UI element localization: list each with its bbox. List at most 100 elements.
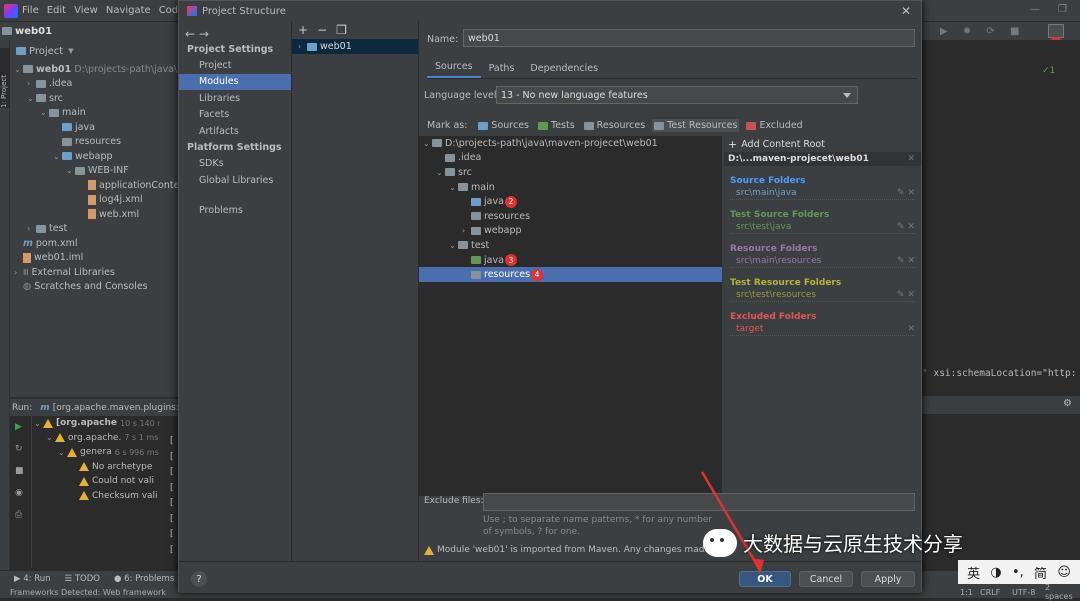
- project-tree-item[interactable]: web01.iml: [10, 251, 180, 266]
- nav-item-global-libraries[interactable]: Global Libraries: [179, 172, 291, 189]
- project-panel-title[interactable]: Project: [29, 46, 63, 57]
- chevron-down-icon[interactable]: ▼: [68, 47, 73, 55]
- status-encoding[interactable]: UTF-8: [1012, 588, 1035, 597]
- ime-button[interactable]: ◑: [990, 565, 1001, 580]
- folder-path[interactable]: target ✕: [730, 323, 915, 336]
- nav-item-project[interactable]: Project: [179, 57, 291, 74]
- menu-navigate[interactable]: Navigate: [106, 5, 151, 16]
- chevron-down-icon[interactable]: ⌄: [58, 448, 67, 457]
- tool-project-tab[interactable]: 1: Project: [0, 48, 10, 108]
- source-tree-item[interactable]: ⌄ src: [419, 165, 722, 180]
- folder-path[interactable]: src\test\java ✎ ✕: [730, 221, 915, 234]
- minimize-icon[interactable]: —: [1030, 4, 1040, 15]
- todo-tool-tab[interactable]: ☰ TODO: [65, 574, 100, 584]
- project-tree-item[interactable]: ⌄ main: [10, 106, 180, 121]
- run-tree-item[interactable]: ⌄ [org.apache 10 s 140 ms: [34, 416, 169, 431]
- mark-as-tests-button[interactable]: Tests: [536, 119, 577, 132]
- chevron-down-icon[interactable]: ⌄: [34, 419, 43, 428]
- project-tree-item[interactable]: ◍ Scratches and Consoles: [10, 280, 180, 295]
- toolbar-run-icons[interactable]: ▶ ✹ ⟳ ■: [940, 26, 1025, 37]
- apply-button[interactable]: Apply: [861, 571, 915, 587]
- help-button[interactable]: ?: [191, 571, 207, 587]
- add-icon[interactable]: +: [298, 23, 308, 37]
- nav-arrows[interactable]: ← →: [179, 27, 291, 41]
- source-tree-item[interactable]: resources 4: [419, 267, 722, 282]
- project-tree-item[interactable]: java: [10, 120, 180, 135]
- copy-icon[interactable]: ❐: [336, 23, 347, 37]
- project-tree-item[interactable]: ⌄ src: [10, 91, 180, 106]
- run-tree-item[interactable]: Could not vali: [34, 474, 169, 489]
- mark-as-resources-button[interactable]: Resources: [582, 119, 648, 132]
- chevron-down-icon[interactable]: ⌄: [423, 139, 432, 148]
- mark-as-excluded-button[interactable]: Excluded: [744, 119, 804, 132]
- ime-button[interactable]: ☺: [1057, 565, 1071, 580]
- project-tree-item[interactable]: ⌄ web01 D:\projects-path\java\ma: [10, 62, 192, 77]
- chevron-down-icon[interactable]: ⌄: [46, 433, 55, 442]
- remove-folder-icon[interactable]: ✎ ✕: [897, 256, 915, 266]
- mark-as-sources-button[interactable]: Sources: [476, 119, 531, 132]
- source-tree-item[interactable]: java 2: [419, 194, 722, 209]
- tab-paths[interactable]: Paths: [481, 63, 523, 78]
- status-indent[interactable]: 2 spaces: [1045, 583, 1080, 601]
- project-tree-item[interactable]: › .idea: [10, 77, 180, 92]
- language-level-select[interactable]: 13 - No new language features: [496, 86, 858, 104]
- folder-path[interactable]: src\main\java ✎ ✕: [730, 187, 915, 200]
- status-message[interactable]: Frameworks Detected: Web framework: [10, 588, 166, 597]
- menu-view[interactable]: View: [74, 5, 98, 16]
- ime-button[interactable]: 简: [1034, 563, 1047, 582]
- settings-gear-icon[interactable]: ⚙: [1063, 398, 1072, 409]
- chevron-down-icon[interactable]: ⌄: [53, 152, 62, 161]
- remove-folder-icon[interactable]: ✎ ✕: [897, 222, 915, 232]
- source-tree-item[interactable]: › webapp: [419, 224, 722, 239]
- remove-icon[interactable]: −: [317, 23, 327, 37]
- module-name-field[interactable]: web01: [463, 29, 915, 47]
- project-tree-item[interactable]: › Ⅲ External Libraries: [10, 265, 180, 280]
- add-content-root-button[interactable]: + Add Content Root: [724, 136, 921, 152]
- project-tree-item[interactable]: applicationConte: [10, 178, 180, 193]
- project-tree-item[interactable]: ⌄ webapp: [10, 149, 180, 164]
- folder-path[interactable]: src\main\resources ✎ ✕: [730, 255, 915, 268]
- source-tree-item[interactable]: java 3: [419, 253, 722, 268]
- chevron-down-icon[interactable]: ⌄: [449, 183, 458, 192]
- run-tool-tab[interactable]: ▶ 4: Run: [14, 574, 51, 584]
- run-tree-item[interactable]: ⌄ org.apache. 7 s 1 ms: [34, 431, 169, 446]
- project-structure-icon[interactable]: [1048, 24, 1064, 38]
- source-tree-item[interactable]: ⌄ test: [419, 238, 722, 253]
- project-tree-item[interactable]: ⌄ WEB-INF: [10, 164, 180, 179]
- breadcrumb-project[interactable]: web01: [15, 26, 52, 37]
- chevron-right-icon[interactable]: ›: [27, 224, 36, 233]
- chevron-right-icon[interactable]: ›: [14, 268, 23, 277]
- run-tree-item[interactable]: ⌄ genera 6 s 996 ms: [34, 445, 169, 460]
- source-tree-item[interactable]: resources: [419, 209, 722, 224]
- project-tree-item[interactable]: m pom.xml: [10, 236, 180, 251]
- nav-item-sdks[interactable]: SDKs: [179, 156, 291, 173]
- nav-item-artifacts[interactable]: Artifacts: [179, 123, 291, 140]
- problems-tool-tab[interactable]: ● 6: Problems: [114, 574, 174, 584]
- ime-button[interactable]: 英: [967, 563, 980, 582]
- project-tree-item[interactable]: log4j.xml: [10, 193, 180, 208]
- chevron-down-icon[interactable]: ⌄: [27, 94, 36, 103]
- tab-sources[interactable]: Sources: [427, 61, 481, 78]
- status-position[interactable]: 1:1: [960, 588, 973, 597]
- nav-item-facets[interactable]: Facets: [179, 107, 291, 124]
- run-toolbar[interactable]: ▶ ↻ ■ ◉ ⎙: [10, 416, 32, 568]
- chevron-right-icon[interactable]: ›: [462, 226, 471, 235]
- run-tab[interactable]: [org.apache.maven.plugins:: [53, 403, 179, 413]
- run-tree-item[interactable]: No archetype: [34, 460, 169, 475]
- chevron-down-icon[interactable]: ⌄: [449, 241, 458, 250]
- source-tree-item[interactable]: ⌄ D:\projects-path\java\maven-projecet\we…: [419, 136, 722, 151]
- status-line-sep[interactable]: CRLF: [980, 588, 1000, 597]
- project-tree-item[interactable]: resources: [10, 135, 180, 150]
- nav-item-modules[interactable]: Modules: [179, 73, 291, 90]
- chevron-right-icon[interactable]: ›: [298, 42, 307, 51]
- run-tree-item[interactable]: Checksum vali: [34, 489, 169, 504]
- restore-icon[interactable]: ❐: [1058, 4, 1067, 15]
- nav-item-problems[interactable]: Problems: [179, 203, 291, 220]
- source-tree-item[interactable]: ⌄ main: [419, 180, 722, 195]
- tab-dependencies[interactable]: Dependencies: [522, 63, 606, 78]
- menu-file[interactable]: File: [22, 5, 39, 16]
- mark-as-test-resources-button[interactable]: Test Resources: [652, 119, 740, 132]
- ime-button[interactable]: •,: [1012, 565, 1024, 580]
- chevron-down-icon[interactable]: ⌄: [436, 168, 445, 177]
- source-tree-item[interactable]: .idea: [419, 151, 722, 166]
